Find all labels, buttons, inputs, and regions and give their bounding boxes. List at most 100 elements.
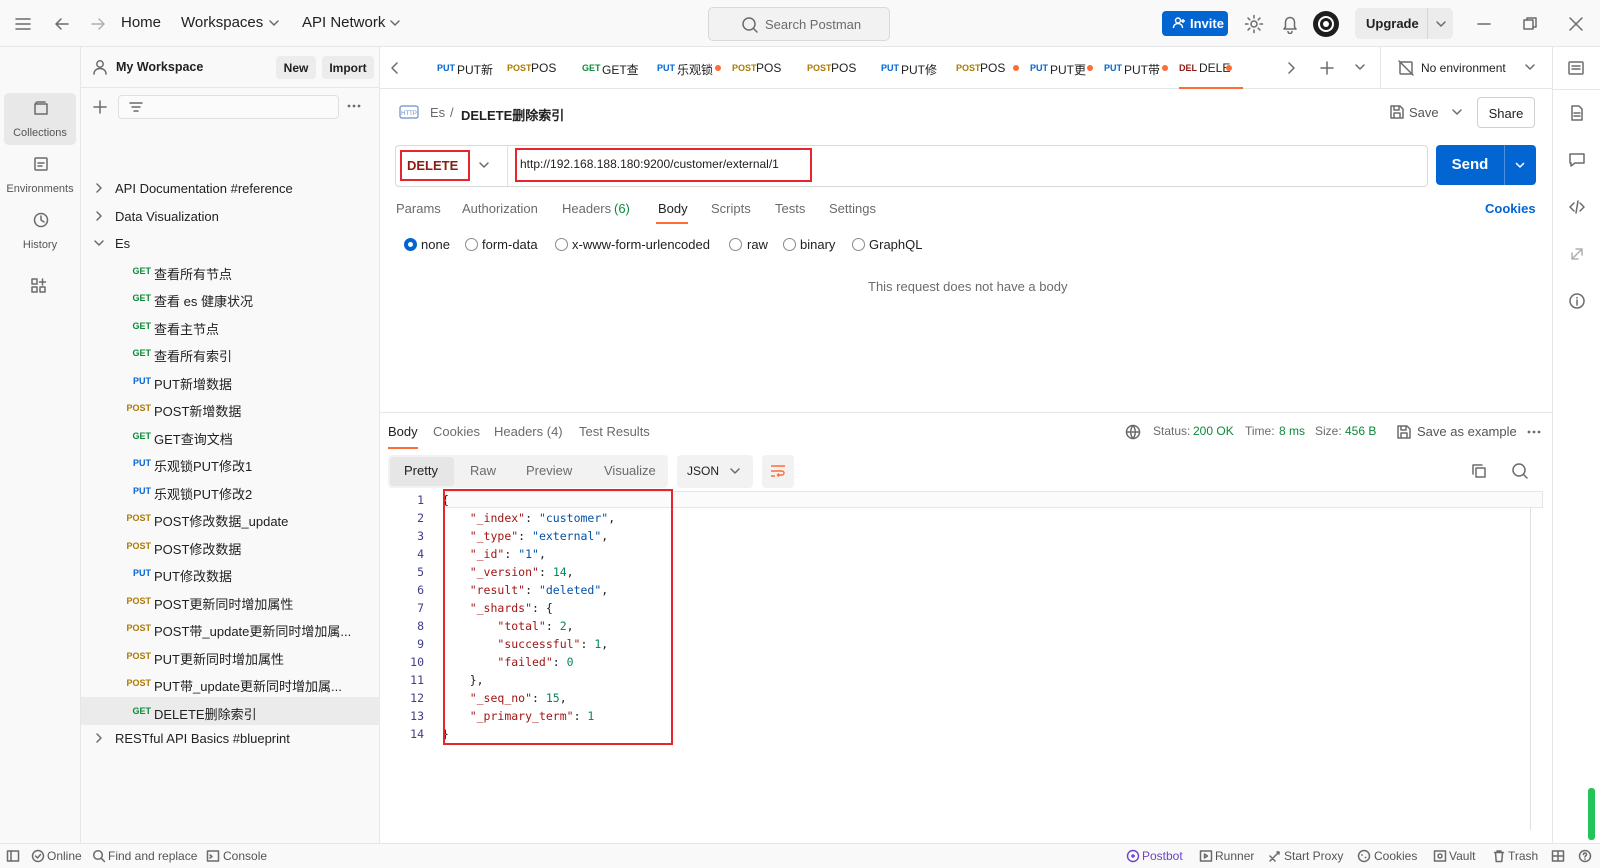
- request-item[interactable]: POST POST带_update更新同时增加属...: [81, 614, 380, 642]
- request-tab[interactable]: PUT 乐观锁: [657, 47, 732, 89]
- request-tab[interactable]: PUT PUT新: [437, 47, 507, 89]
- request-item[interactable]: GET GET查询文档: [81, 422, 380, 450]
- collections-nav[interactable]: Collections: [4, 93, 76, 145]
- related-collections-icon[interactable]: [1568, 245, 1586, 263]
- request-item[interactable]: GET 查看 es 健康状况: [81, 284, 380, 312]
- add-icon[interactable]: [92, 99, 108, 115]
- request-tab[interactable]: POST POS: [956, 47, 1030, 89]
- tab-headers[interactable]: Headers: [562, 201, 611, 216]
- chevron-down-icon[interactable]: [478, 160, 490, 170]
- tab-scripts[interactable]: Scripts: [711, 201, 751, 216]
- cookies-button[interactable]: Cookies: [1374, 849, 1417, 863]
- documentation-icon[interactable]: [1568, 104, 1586, 122]
- breadcrumb-parent[interactable]: Es: [430, 105, 445, 120]
- request-item[interactable]: GET 查看所有节点: [81, 257, 380, 285]
- environment-selector[interactable]: No environment: [1421, 61, 1506, 75]
- chevron-right-icon[interactable]: [93, 182, 105, 194]
- tab-body[interactable]: Body: [658, 201, 688, 216]
- restore-window-icon[interactable]: [1522, 16, 1538, 32]
- trash-button[interactable]: Trash: [1508, 849, 1538, 863]
- radio-form-data[interactable]: [465, 238, 478, 251]
- request-item[interactable]: POST POST修改数据: [81, 532, 380, 560]
- wrap-lines-button[interactable]: [762, 455, 794, 488]
- console-button[interactable]: Console: [223, 849, 267, 863]
- new-tab-icon[interactable]: [1319, 60, 1335, 76]
- filter-input[interactable]: [118, 95, 339, 119]
- import-button[interactable]: Import: [322, 56, 374, 79]
- search-box[interactable]: Search Postman: [708, 7, 890, 41]
- scroll-right-icon[interactable]: [1284, 61, 1298, 75]
- notification-bell-icon[interactable]: [1281, 14, 1299, 34]
- runner-button[interactable]: Runner: [1215, 849, 1254, 863]
- copy-icon[interactable]: [1471, 463, 1487, 479]
- radio-none[interactable]: [404, 238, 417, 251]
- menu-icon[interactable]: [14, 16, 32, 32]
- status-value[interactable]: 200 OK: [1193, 424, 1234, 438]
- home-link[interactable]: Home: [121, 14, 161, 31]
- tab-tests[interactable]: Tests: [775, 201, 805, 216]
- request-tab[interactable]: PUT PUT更: [1030, 47, 1104, 89]
- request-item[interactable]: POST PUT更新同时增加属性: [81, 642, 380, 670]
- request-tab[interactable]: POST POS: [807, 47, 881, 89]
- back-arrow-icon[interactable]: [53, 15, 71, 33]
- invite-button[interactable]: Invite: [1162, 11, 1228, 36]
- forward-arrow-icon[interactable]: [89, 15, 107, 33]
- start-proxy-button[interactable]: Start Proxy: [1284, 849, 1343, 863]
- workspace-name[interactable]: My Workspace: [116, 60, 203, 74]
- comments-icon[interactable]: [1568, 151, 1586, 169]
- request-item[interactable]: GET DELETE删除索引: [81, 696, 380, 725]
- request-tab[interactable]: POST POS: [507, 47, 582, 89]
- request-title[interactable]: DELETE删除索引: [461, 105, 564, 124]
- request-tab[interactable]: DEL DELE: [1179, 47, 1243, 89]
- request-tab[interactable]: PUT PUT带: [1104, 47, 1179, 89]
- format-selector[interactable]: JSON: [677, 455, 753, 488]
- method-selector[interactable]: DELETE: [407, 158, 458, 173]
- vault-button[interactable]: Vault: [1449, 849, 1475, 863]
- code-icon[interactable]: [1568, 198, 1586, 216]
- request-item[interactable]: PUT PUT修改数据: [81, 559, 380, 587]
- folder-item[interactable]: Data Visualization: [81, 202, 380, 230]
- close-icon[interactable]: [1568, 16, 1584, 32]
- chevron-down-icon[interactable]: [1524, 62, 1536, 72]
- folder-item[interactable]: API Documentation #reference: [81, 174, 380, 202]
- request-item[interactable]: PUT 乐观锁PUT修改2: [81, 477, 380, 505]
- history-nav[interactable]: History: [4, 205, 76, 257]
- response-tab-cookies[interactable]: Cookies: [433, 424, 480, 439]
- share-button[interactable]: Share: [1477, 97, 1535, 128]
- new-button[interactable]: New: [276, 56, 316, 79]
- api-network-menu[interactable]: API Network: [302, 14, 385, 31]
- minimize-icon[interactable]: [1476, 16, 1492, 32]
- scroll-left-icon[interactable]: [388, 61, 402, 75]
- request-item[interactable]: POST POST修改数据_update: [81, 504, 380, 532]
- view-preview[interactable]: Preview: [526, 463, 572, 478]
- environment-quicklook-icon[interactable]: [1567, 59, 1585, 77]
- find-replace-button[interactable]: Find and replace: [108, 849, 197, 863]
- avatar[interactable]: [1313, 11, 1339, 37]
- view-visualize[interactable]: Visualize: [604, 463, 656, 478]
- online-status[interactable]: Online: [47, 849, 82, 863]
- request-tab[interactable]: PUT PUT修: [881, 47, 956, 89]
- tab-params[interactable]: Params: [396, 201, 441, 216]
- view-raw[interactable]: Raw: [470, 463, 496, 478]
- folder-item[interactable]: RESTful API Basics #blueprint: [81, 724, 380, 752]
- postbot-button[interactable]: Postbot: [1142, 849, 1183, 863]
- request-item[interactable]: POST POST新增数据: [81, 394, 380, 422]
- size-value[interactable]: 456 B: [1345, 424, 1376, 438]
- time-value[interactable]: 8 ms: [1279, 424, 1305, 438]
- apps-grid-icon[interactable]: [30, 277, 48, 295]
- more-options-icon[interactable]: [346, 100, 362, 112]
- request-tab[interactable]: GET GET查: [582, 47, 657, 89]
- environments-nav[interactable]: Environments: [4, 149, 76, 201]
- radio-binary[interactable]: [783, 238, 796, 251]
- chevron-down-icon[interactable]: [1514, 160, 1526, 170]
- request-item[interactable]: PUT 乐观锁PUT修改1: [81, 449, 380, 477]
- info-icon[interactable]: [1568, 292, 1586, 310]
- search-icon[interactable]: [1511, 462, 1529, 480]
- response-tab-test-results[interactable]: Test Results: [579, 424, 650, 439]
- url-input[interactable]: http://192.168.188.180:9200/customer/ext…: [520, 157, 779, 171]
- tab-settings[interactable]: Settings: [829, 201, 876, 216]
- response-tab-body[interactable]: Body: [388, 424, 418, 439]
- request-item[interactable]: PUT PUT新增数据: [81, 367, 380, 395]
- sidebar-toggle-icon[interactable]: [6, 849, 20, 863]
- folder-item[interactable]: Es: [81, 229, 380, 257]
